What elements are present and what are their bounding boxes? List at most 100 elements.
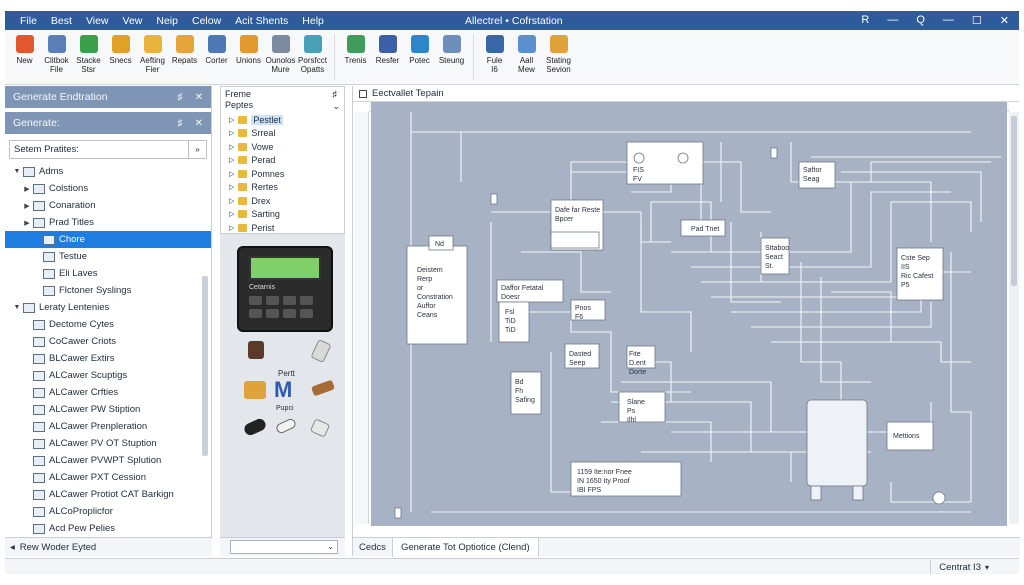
expand-icon[interactable]: ▷ [229, 116, 234, 124]
expand-icon[interactable]: ▷ [229, 183, 234, 191]
tree-item[interactable]: Flctoner Syslings [5, 282, 211, 299]
parts-list-item[interactable]: ▷ Perad [221, 154, 344, 168]
ribbon-button-doc[interactable]: Steung [436, 30, 467, 65]
ribbon-button-wrench[interactable]: Ounolos Mure [265, 30, 296, 74]
menu-best[interactable]: Best [44, 15, 79, 27]
tree-item[interactable]: BLCawer Extirs [5, 350, 211, 367]
canvas-tab[interactable]: Eectvallet Tepain [353, 86, 1019, 102]
ribbon-button-drop[interactable]: Potec [404, 30, 435, 65]
tree-item[interactable]: CoCawer Criots [5, 333, 211, 350]
maximize-button[interactable]: ☐ [972, 14, 982, 27]
chevron-down-icon[interactable]: » [188, 141, 206, 158]
ribbon-button-globe[interactable]: Trenis [340, 30, 371, 65]
ribbon-button-stack[interactable]: Stacke Stsr [73, 30, 104, 74]
pin-icon[interactable]: ♯ [178, 92, 183, 103]
pin-icon[interactable]: ♯ [332, 89, 340, 99]
expand-icon[interactable]: ▷ [229, 143, 234, 151]
chevron-down-icon[interactable]: ⌄ [332, 101, 340, 112]
tab-cedcs[interactable]: Cedcs [353, 537, 393, 557]
expand-icon[interactable]: ▼ [11, 304, 23, 311]
tree-item[interactable]: ALCawer PV OT Stuption [5, 435, 211, 452]
minimize-button[interactable]: — [943, 14, 954, 27]
parts-list-item[interactable]: ▷ Pomnes [221, 167, 344, 181]
parts-list-item[interactable]: ▷ Sarting [221, 208, 344, 222]
tab-generate-optiotice[interactable]: Generate Tot Optiotice (Clend) [392, 537, 539, 557]
pin-icon[interactable]: ♯ [178, 118, 183, 129]
parts-list-item[interactable]: ▷ Pestlet [221, 113, 344, 127]
ribbon-button-disc[interactable]: Resfer [372, 30, 403, 65]
ribbon-button-bookmark[interactable]: Snecs [105, 30, 136, 65]
account-icon[interactable]: R [861, 14, 869, 27]
menu-neip[interactable]: Neip [149, 15, 185, 27]
parts-list-item[interactable]: ▷ Vowe [221, 140, 344, 154]
tree-item[interactable]: Dectome Cytes [5, 316, 211, 333]
expand-icon[interactable]: ▷ [229, 210, 234, 218]
menu-help[interactable]: Help [295, 15, 331, 27]
fuse-icon[interactable] [310, 379, 336, 397]
ribbon-button-fuel[interactable]: Fule I6 [479, 30, 510, 74]
controller-device-image[interactable]: Cetarnis [237, 246, 333, 332]
expand-icon[interactable]: ▷ [229, 224, 234, 232]
menu-view[interactable]: View [79, 15, 116, 27]
search-properties-field[interactable]: Setem Pratites: » [9, 140, 207, 159]
parts-list-item[interactable]: ▷ Drex [221, 194, 344, 208]
expand-icon[interactable]: ▼ [11, 168, 23, 175]
menu-vew[interactable]: Vew [116, 15, 150, 27]
tree-item[interactable]: ALCawer PW Stiption [5, 401, 211, 418]
expand-icon[interactable]: ▷ [229, 197, 234, 205]
battery-icon[interactable] [244, 381, 266, 399]
ribbon-button-pin[interactable]: Porsfcct Opatts [297, 30, 328, 74]
tree-item[interactable]: ▼ Leraty Lentenies [5, 299, 211, 316]
ribbon-button-report[interactable]: Repats [169, 30, 200, 65]
ribbon-button-home[interactable]: Stating Sevion [543, 30, 574, 74]
tree-item[interactable]: ALCawer Crfties [5, 384, 211, 401]
sensor-icon[interactable] [309, 418, 331, 438]
tree-item[interactable]: ALCawer Scuptigs [5, 367, 211, 384]
expand-icon[interactable]: ▶ [21, 185, 33, 193]
cable-icon[interactable] [274, 417, 298, 435]
tree-item[interactable]: ALCawer PXT Cession [5, 469, 211, 486]
ribbon-button-counter[interactable]: Corter [201, 30, 232, 65]
menu-celow[interactable]: Celow [185, 15, 228, 27]
module-icon[interactable] [310, 338, 332, 364]
ribbon-button-edit[interactable]: Aefting Fier [137, 30, 168, 74]
menu-file[interactable]: File [13, 15, 44, 27]
tree-item[interactable]: ALCawer Prenpleration [5, 418, 211, 435]
tree-item[interactable]: ▼ Adms [5, 163, 211, 180]
close-button[interactable]: ✕ [1000, 14, 1009, 27]
expand-icon[interactable]: ▷ [229, 156, 234, 164]
chevron-down-icon[interactable]: ▾ [985, 563, 989, 572]
tree-item[interactable]: ▶ Prad Titles [5, 214, 211, 231]
menu-acit-shents[interactable]: Acit Shents [228, 15, 295, 27]
canvas-scrollbar[interactable] [1009, 112, 1019, 524]
ribbon-button-file[interactable]: Clitbok File [41, 30, 72, 74]
parts-list-item[interactable]: ▷ Perist [221, 221, 344, 235]
wiring-diagram-sheet[interactable]: Nd Pad Tnet Deistem Rerp or Constration Auff… [371, 102, 1007, 526]
tree-item[interactable]: ▶ Conaration [5, 197, 211, 214]
expand-icon[interactable]: ▷ [229, 129, 234, 137]
close-icon[interactable]: ✕ [195, 118, 203, 129]
ribbon-button-union[interactable]: Unions [233, 30, 264, 65]
tree-item[interactable]: Chore [5, 231, 211, 248]
ribbon-button-new[interactable]: New [9, 30, 40, 65]
tree-item[interactable]: ▶ Colstions [5, 180, 211, 197]
tree-item[interactable]: ALCoProplicfor [5, 503, 211, 520]
tree-item[interactable]: ALCawer Protiot CAT Barkign [5, 486, 211, 503]
capacitor-icon[interactable] [242, 416, 268, 438]
tree-item[interactable]: Testue [5, 248, 211, 265]
search-icon[interactable]: Q [916, 14, 925, 27]
motor-icon[interactable]: M [274, 377, 292, 403]
expand-icon[interactable]: ▶ [21, 219, 33, 227]
ribbon-button-arrow[interactable]: Aall Mew [511, 30, 542, 74]
tree-item[interactable]: Acd Pew Pelies [5, 520, 211, 537]
expand-icon[interactable]: ▷ [229, 170, 234, 178]
tree-item[interactable]: ALCawer PVWPT Splution [5, 452, 211, 469]
parts-list-item[interactable]: ▷ Srreal [221, 127, 344, 141]
tree-item[interactable]: Eli Laves [5, 265, 211, 282]
zoom-selector[interactable]: Centrat I3 ▾ [930, 560, 989, 574]
expand-icon[interactable]: ▶ [21, 202, 33, 210]
expand-icon[interactable]: ◂ [10, 542, 15, 553]
close-icon[interactable]: ✕ [195, 92, 203, 103]
relay-icon[interactable] [248, 341, 264, 359]
parts-list-item[interactable]: ▷ Rertes [221, 181, 344, 195]
